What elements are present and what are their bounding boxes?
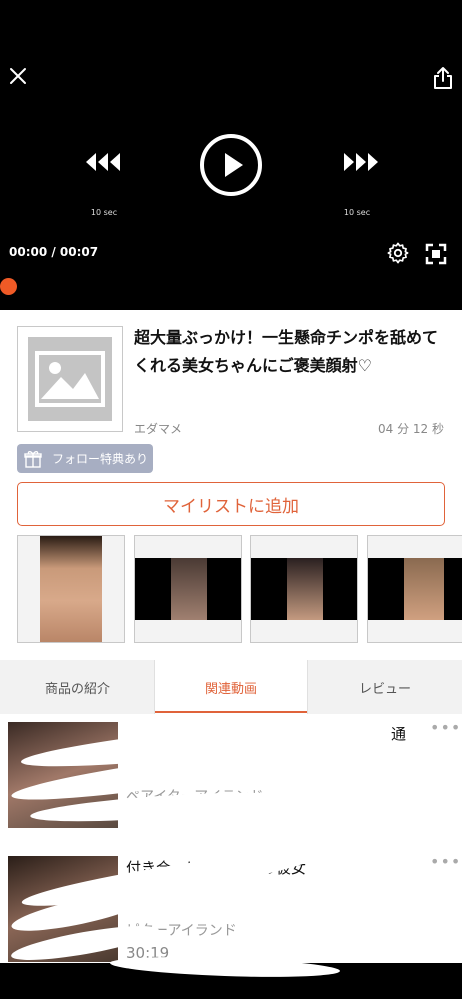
time-display: 00:00 / 00:07: [9, 245, 99, 259]
maker-name[interactable]: エダマメ: [134, 420, 182, 437]
sample-image[interactable]: [134, 535, 242, 643]
follow-bonus-badge[interactable]: フォロー特典あり: [17, 444, 153, 473]
gear-icon[interactable]: [387, 242, 409, 264]
more-icon[interactable]: •••: [430, 852, 461, 871]
video-duration: 04 分 12 秒: [378, 422, 444, 436]
video-player[interactable]: 10 sec 10 sec 00:00 / 00:07: [0, 0, 462, 310]
tab-related-videos[interactable]: 関連動画: [154, 660, 308, 714]
product-title: 超大量ぶっかけ！一生懸命チンポを舐めてくれる美女ちゃんにご褒美顔射♡: [134, 328, 439, 375]
add-to-mylist-button[interactable]: マイリストに追加: [17, 482, 445, 526]
product-thumbnail[interactable]: [17, 326, 123, 432]
forward-icon[interactable]: [340, 150, 380, 174]
sample-image[interactable]: [17, 535, 125, 643]
progress-handle[interactable]: [0, 278, 17, 295]
sample-image[interactable]: [367, 535, 462, 643]
play-icon[interactable]: [200, 134, 262, 196]
skip-forward-label: 10 sec: [343, 208, 371, 217]
image-placeholder-icon: [28, 337, 112, 421]
rewind-icon[interactable]: [84, 150, 124, 174]
follow-badge-label: フォロー特典あり: [52, 452, 149, 466]
share-icon[interactable]: [432, 66, 454, 90]
tab-description[interactable]: 商品の紹介: [0, 660, 155, 714]
more-icon[interactable]: •••: [430, 718, 461, 737]
skip-back-label: 10 sec: [90, 208, 118, 217]
sample-images[interactable]: [17, 535, 462, 643]
sample-image[interactable]: [250, 535, 358, 643]
fullscreen-icon[interactable]: [425, 243, 447, 265]
tab-reviews[interactable]: レビュー: [308, 660, 462, 714]
gift-icon: [24, 450, 42, 468]
active-tab-indicator: [155, 711, 307, 713]
close-icon[interactable]: [8, 66, 28, 86]
